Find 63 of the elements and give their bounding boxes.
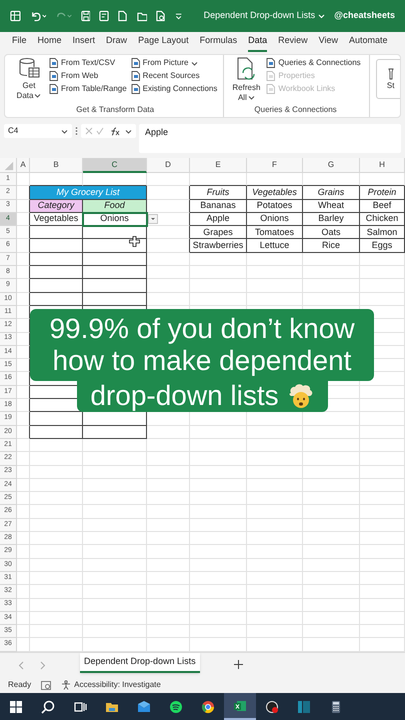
document-title[interactable]: Dependent Drop-down Lists — [204, 9, 326, 23]
table-cell: Onions — [83, 212, 147, 226]
ribbon-button[interactable]: From Text/CSV — [49, 58, 127, 68]
ribbon-button[interactable]: Get Data — [13, 57, 45, 104]
column-heading: Category — [30, 200, 83, 213]
account-name: @cheatsheets — [334, 9, 395, 22]
ribbon-button[interactable]: St — [376, 59, 400, 99]
column-heading: Grains — [303, 186, 360, 200]
table-cell: Lettuce — [247, 239, 303, 253]
table-cell: Bananas — [190, 200, 247, 213]
sheet-tab[interactable]: Dependent Drop-down Lists — [80, 653, 200, 673]
column-header[interactable]: D — [147, 158, 190, 173]
ribbon-button[interactable]: Existing Connections — [130, 84, 218, 94]
menu-tab[interactable]: Review — [278, 34, 308, 52]
ribbon-button[interactable]: From Picture — [130, 58, 218, 68]
column-header[interactable]: A — [17, 158, 30, 173]
column-header[interactable]: F — [247, 158, 303, 173]
group-label: Queries & Connections — [253, 104, 338, 116]
menu-tab[interactable]: Draw — [106, 34, 128, 52]
table-cell: Grapes — [190, 226, 247, 240]
menu-tab[interactable]: Insert — [72, 34, 96, 52]
table-cell: Oats — [303, 226, 360, 240]
table-cell: Apple — [190, 212, 247, 226]
list-title: My Grocery List — [30, 186, 147, 200]
table-cell: Tomatoes — [247, 226, 303, 240]
formula-field[interactable]: Apple — [139, 124, 401, 153]
table-cell: Salmon — [360, 226, 405, 240]
group-label: Get & Transform Data — [75, 104, 156, 116]
table-cell: Beef — [360, 200, 405, 213]
table-cell: Wheat — [303, 200, 360, 213]
column-header[interactable]: C — [83, 158, 147, 173]
ribbon-button[interactable]: Queries & Connections — [266, 58, 361, 68]
caption-text: drop-down lists — [90, 380, 279, 412]
menu-tab[interactable]: Formulas — [200, 34, 238, 52]
formula-text: Apple — [145, 127, 168, 137]
column-header[interactable]: G — [303, 158, 360, 173]
column-heading: Vegetables — [247, 186, 303, 200]
column-heading: Protein — [360, 186, 405, 200]
menu-tab[interactable]: Page Layout — [138, 34, 189, 52]
ribbon-button[interactable]: Recent Sources — [130, 71, 218, 81]
table-cell: Barley — [303, 212, 360, 226]
table-cell: Strawberries — [190, 239, 247, 253]
name-box[interactable]: C4 — [4, 124, 72, 138]
ribbon-button[interactable]: From Table/Range — [49, 84, 127, 94]
column-heading: Food — [83, 200, 147, 213]
ribbon-button[interactable]: Refresh All — [230, 57, 262, 104]
table-cell: Chicken — [360, 212, 405, 226]
accessibility-button[interactable]: Accessibility: Investigate — [61, 679, 161, 691]
column-header[interactable]: E — [190, 158, 247, 173]
table-cell: Onions — [247, 212, 303, 226]
table-cell: Eggs — [360, 239, 405, 253]
ribbon-button[interactable]: From Web — [49, 71, 127, 81]
table-cell: Potatoes — [247, 200, 303, 213]
menu-tab[interactable]: File — [12, 34, 27, 52]
status-text: Ready — [8, 679, 32, 691]
menu-tab[interactable]: Automate — [349, 34, 388, 52]
menu-tab[interactable]: View — [318, 34, 338, 52]
table-cell: Rice — [303, 239, 360, 253]
table-cell: Vegetables — [30, 212, 83, 226]
column-heading: Fruits — [190, 186, 247, 200]
cell-reference: C4 — [8, 125, 18, 137]
column-header[interactable]: H — [360, 158, 405, 173]
menu-tab[interactable]: Home — [38, 34, 62, 52]
